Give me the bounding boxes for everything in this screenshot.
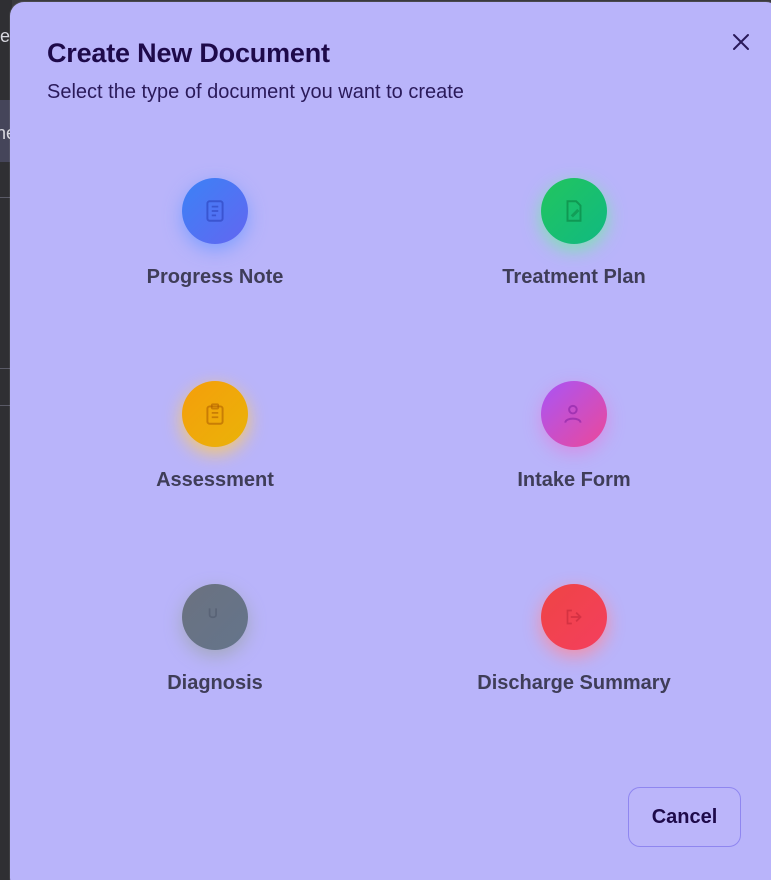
discharge-summary-circle xyxy=(541,584,607,650)
option-label: Assessment xyxy=(156,469,274,491)
option-diagnosis[interactable]: Diagnosis xyxy=(85,584,345,714)
create-document-modal: Create New Document Select the type of d… xyxy=(10,2,771,880)
treatment-plan-circle xyxy=(541,178,607,244)
option-assessment[interactable]: Assessment xyxy=(85,381,345,511)
note-icon xyxy=(206,200,224,222)
user-plus-icon xyxy=(564,404,582,423)
stethoscope-icon xyxy=(208,608,217,619)
progress-note-circle xyxy=(182,178,248,244)
option-discharge-summary[interactable]: Discharge Summary xyxy=(444,584,704,714)
option-label: Diagnosis xyxy=(167,672,263,694)
cancel-button[interactable]: Cancel xyxy=(628,787,741,847)
clipboard-icon xyxy=(206,403,224,425)
option-intake-form[interactable]: Intake Form xyxy=(444,381,704,511)
option-label: Progress Note xyxy=(146,266,284,288)
assessment-circle xyxy=(182,381,248,447)
diagnosis-circle xyxy=(182,584,248,650)
option-treatment-plan[interactable]: Treatment Plan xyxy=(444,178,704,308)
option-label: Discharge Summary xyxy=(477,672,671,694)
background-text: le xyxy=(0,26,11,46)
option-label: Intake Form xyxy=(517,469,631,491)
document-type-grid: Progress Note Treatment Plan Assessment xyxy=(10,2,771,880)
document-edit-icon xyxy=(566,200,582,222)
option-progress-note[interactable]: Progress Note xyxy=(85,178,345,308)
logout-icon xyxy=(566,609,582,625)
intake-form-circle xyxy=(541,381,607,447)
option-label: Treatment Plan xyxy=(502,266,646,288)
